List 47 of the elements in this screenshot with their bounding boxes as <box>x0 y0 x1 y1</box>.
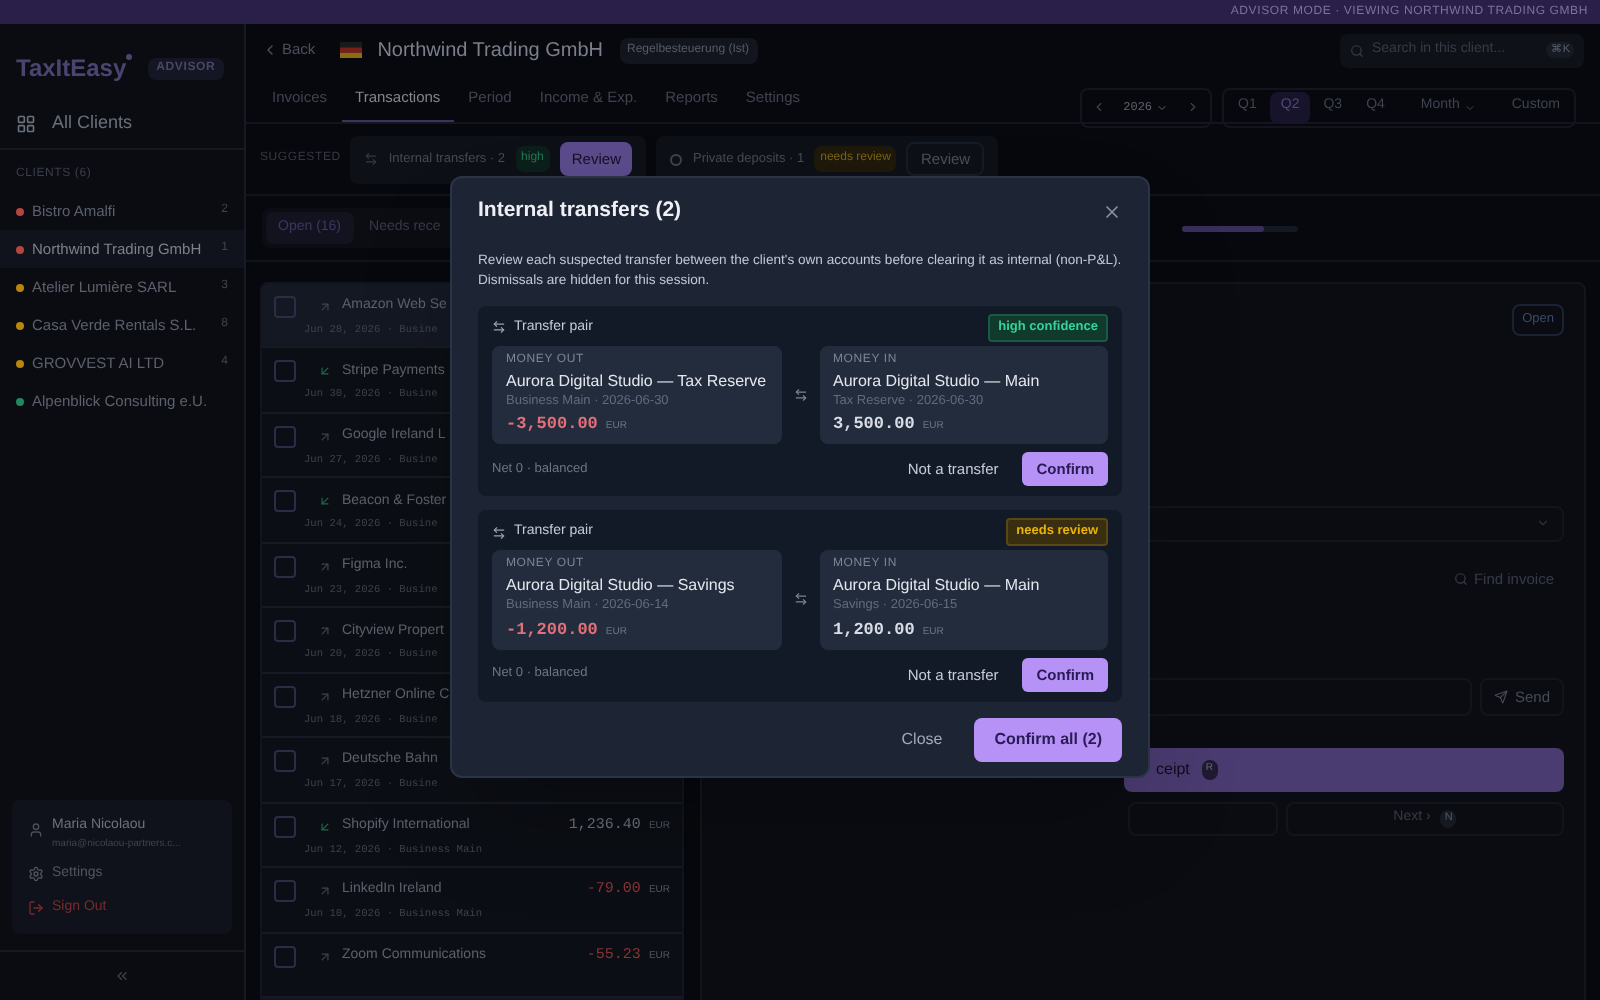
row-checkbox[interactable] <box>274 620 296 643</box>
row-checkbox[interactable] <box>274 815 296 838</box>
amount: -3,500.00 <box>506 416 598 437</box>
search-icon <box>1350 43 1364 57</box>
all-clients-link[interactable]: All Clients <box>0 106 244 150</box>
amount: 3,500.00 <box>833 416 915 437</box>
confirm-all-button[interactable]: Confirm all (2) <box>974 717 1122 762</box>
flag-icon <box>339 42 362 58</box>
row-checkbox[interactable] <box>274 945 296 968</box>
send-icon <box>1494 690 1509 704</box>
transfer-icon <box>492 320 506 335</box>
swap-icon <box>793 387 807 402</box>
close-icon[interactable] <box>1102 201 1122 222</box>
search-icon <box>1453 571 1468 586</box>
chevron-right-icon[interactable] <box>1186 100 1201 114</box>
chevron-down-icon <box>1156 101 1169 113</box>
close-button[interactable]: Close <box>885 717 959 762</box>
amount: -1,200.00 <box>506 621 598 642</box>
transfer-icon <box>492 525 506 540</box>
row-checkbox[interactable] <box>274 490 296 513</box>
chevron-left-icon[interactable] <box>1091 100 1106 114</box>
user-icon <box>28 822 44 838</box>
logo: TaxItEasy <box>16 52 127 86</box>
chevron-down-icon <box>1536 516 1550 531</box>
account-name: Aurora Digital Studio — Main <box>833 371 1042 390</box>
row-checkbox[interactable] <box>274 685 296 708</box>
chevron-down-icon <box>1463 101 1476 113</box>
account-name: Aurora Digital Studio — Savings <box>506 576 737 595</box>
amount: 1,200.00 <box>833 621 915 642</box>
chevron-left-icon <box>262 42 278 58</box>
row-checkbox[interactable] <box>274 880 296 903</box>
row-checkbox[interactable] <box>274 750 296 773</box>
row-checkbox[interactable] <box>274 296 296 318</box>
row-checkbox[interactable] <box>274 555 296 578</box>
client-name: Northwind Trading GmbH <box>377 37 604 65</box>
account-name: Aurora Digital Studio — Main <box>833 576 1042 595</box>
row-checkbox[interactable] <box>274 360 296 383</box>
collapse-icon[interactable] <box>114 968 130 984</box>
dialog-title: Internal transfers (2) <box>478 196 682 226</box>
grid-icon <box>16 113 36 133</box>
settings-icon <box>28 866 44 883</box>
account-name: Aurora Digital Studio — Tax Reserve <box>506 371 767 390</box>
sign-out-icon <box>28 899 44 916</box>
transfer-icon <box>364 152 379 166</box>
row-checkbox[interactable] <box>274 425 296 448</box>
deposit-icon <box>670 153 683 165</box>
swap-icon <box>793 592 807 607</box>
